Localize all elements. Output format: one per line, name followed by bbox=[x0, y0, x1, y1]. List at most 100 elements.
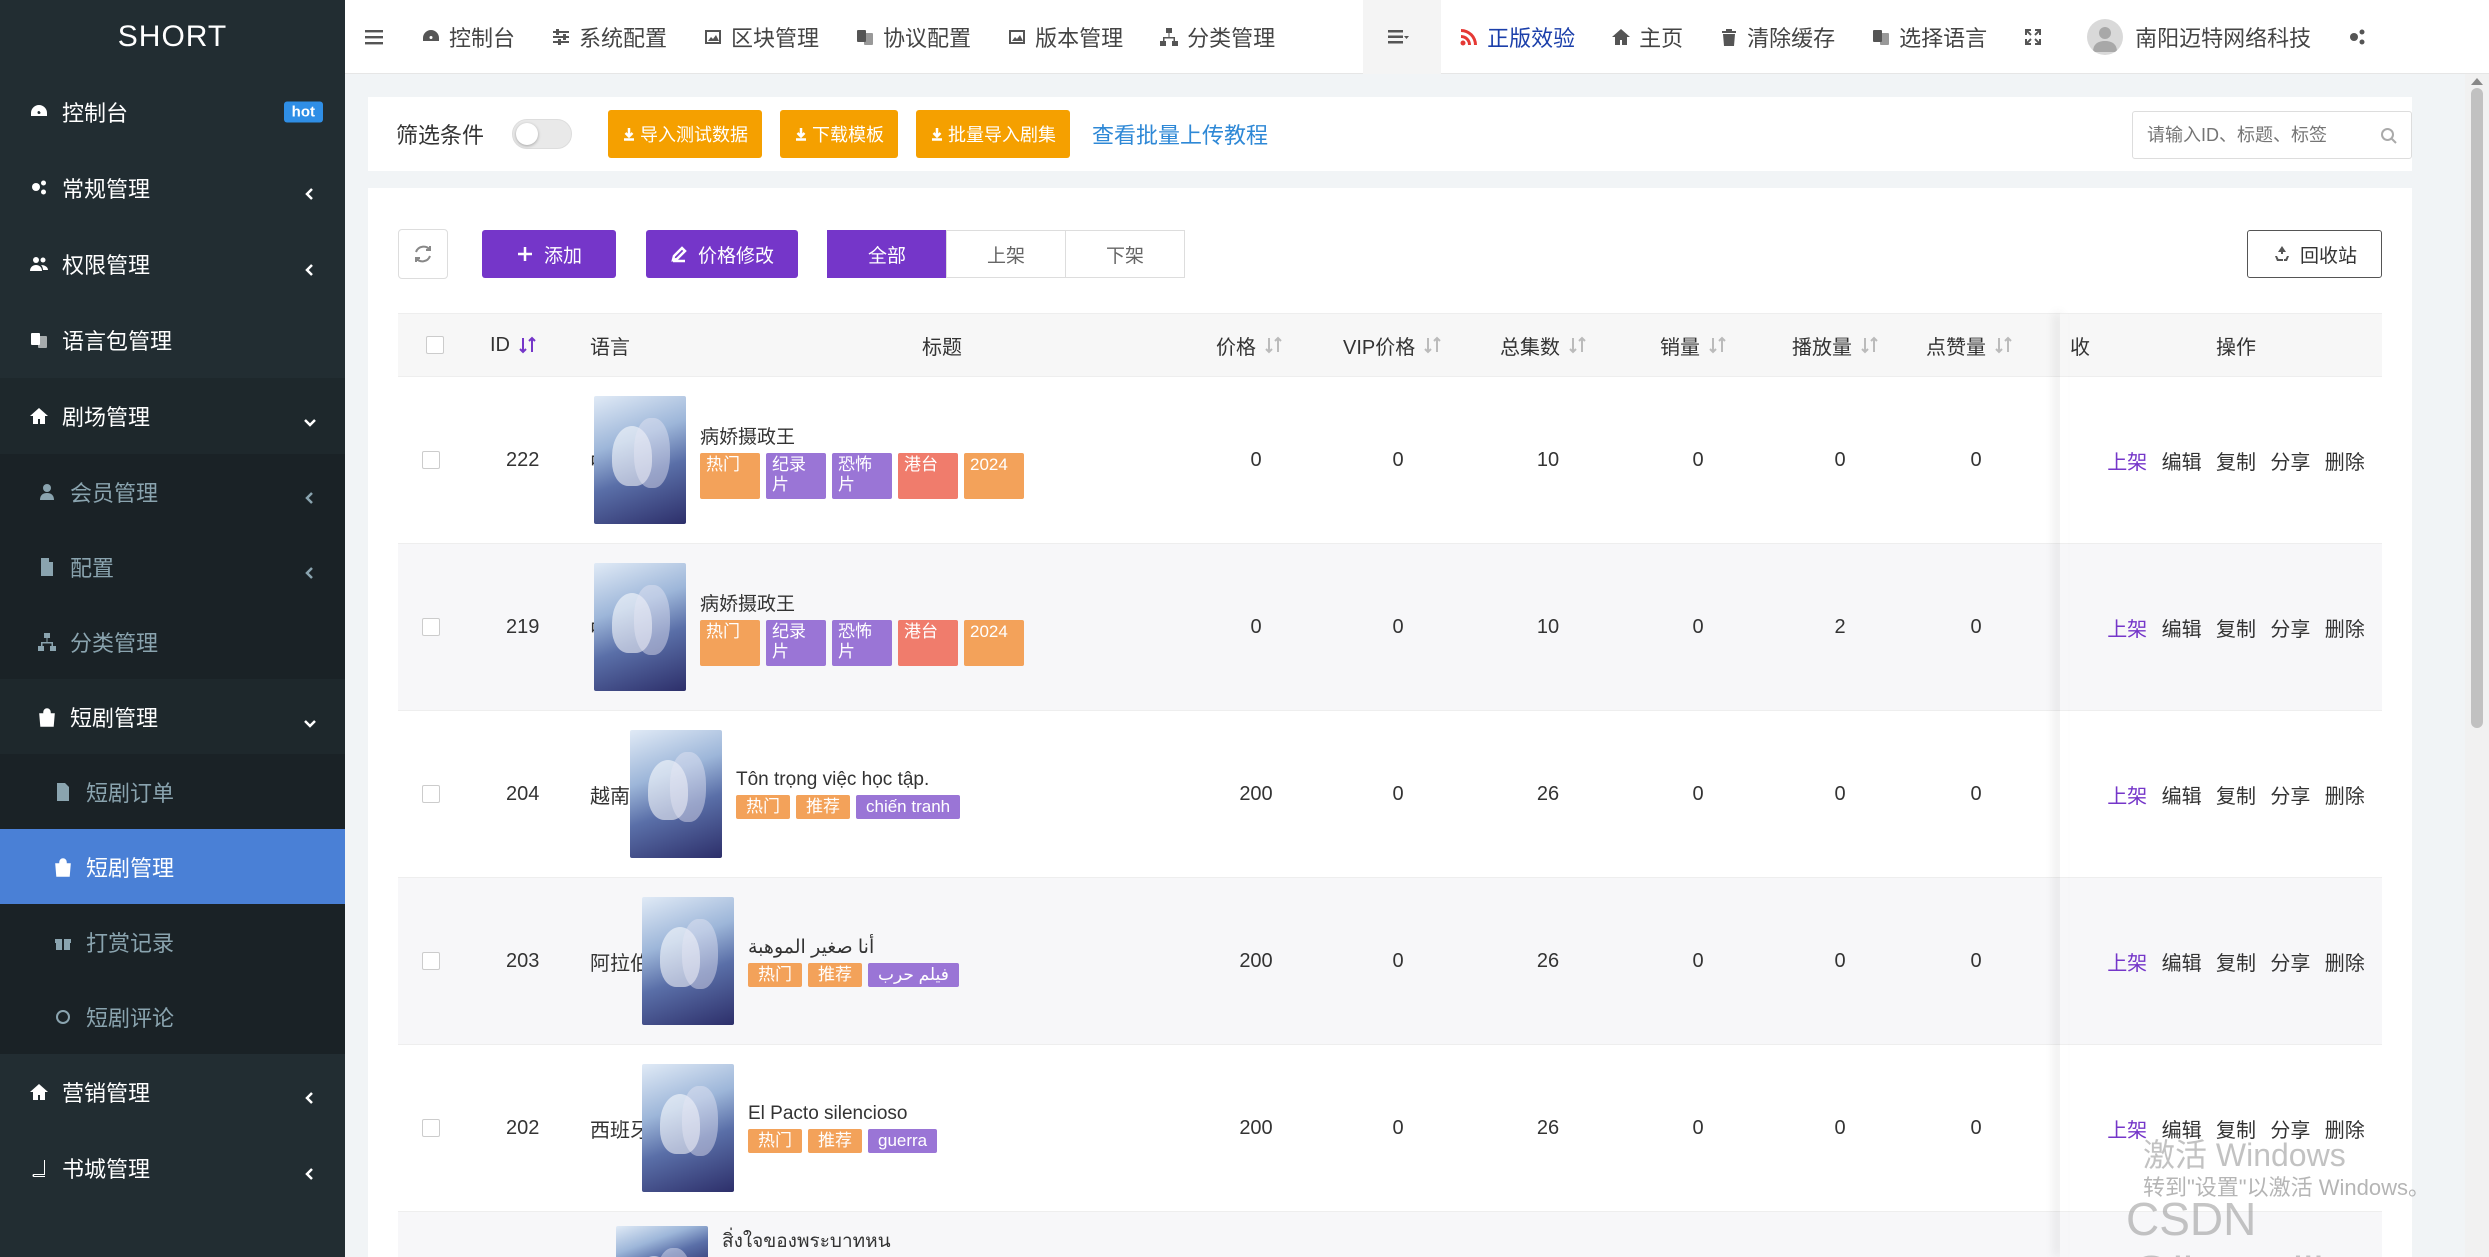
sort-icon[interactable] bbox=[1706, 335, 1730, 355]
topnav-clear-cache[interactable]: 清除缓存 bbox=[1701, 0, 1853, 74]
search-input[interactable] bbox=[2132, 111, 2412, 159]
row-checkbox[interactable] bbox=[422, 1119, 440, 1137]
sidebar-item-member[interactable]: 会员管理 bbox=[0, 454, 345, 529]
drama-poster-image[interactable] bbox=[642, 897, 734, 1025]
tab-all[interactable]: 全部 bbox=[827, 230, 948, 278]
scroll-up-arrow[interactable] bbox=[2471, 78, 2483, 85]
row-checkbox[interactable] bbox=[422, 451, 440, 469]
delete-link[interactable]: 删除 bbox=[2325, 947, 2365, 976]
sidebar-item-language-pack[interactable]: 语言包管理 bbox=[0, 302, 345, 378]
sidebar-item-short-drama[interactable]: 短剧管理 bbox=[0, 679, 345, 754]
put-on-shelf-link[interactable]: 上架 bbox=[2107, 613, 2147, 642]
copy-link[interactable]: 复制 bbox=[2216, 446, 2256, 475]
put-on-shelf-link[interactable]: 上架 bbox=[2107, 780, 2147, 809]
topnav-category-manage[interactable]: 分类管理 bbox=[1141, 0, 1293, 74]
sort-icon[interactable] bbox=[1992, 335, 2016, 355]
drama-poster-image[interactable] bbox=[630, 730, 722, 858]
sort-icon[interactable] bbox=[1262, 335, 1286, 355]
topnav-genuine-check[interactable]: 正版效验 bbox=[1441, 0, 1593, 74]
topnav-fullscreen[interactable] bbox=[2005, 0, 2069, 74]
sidebar-item-drama-orders[interactable]: 短剧订单 bbox=[0, 754, 345, 829]
sort-icon[interactable] bbox=[1566, 335, 1590, 355]
search-icon[interactable] bbox=[2380, 127, 2398, 145]
download-template-button[interactable]: 下载模板 bbox=[780, 110, 899, 158]
sidebar-item-theater[interactable]: 剧场管理 bbox=[0, 378, 345, 454]
copy-link[interactable]: 复制 bbox=[2216, 613, 2256, 642]
sidebar-item-dashboard[interactable]: 控制台 hot bbox=[0, 74, 345, 150]
header-likes[interactable]: 点赞量 bbox=[1926, 331, 2016, 360]
share-link[interactable]: 分享 bbox=[2270, 446, 2310, 475]
recycle-bin-button[interactable]: 回收站 bbox=[2246, 230, 2382, 278]
put-on-shelf-link[interactable]: 上架 bbox=[2107, 446, 2147, 475]
import-test-data-button[interactable]: 导入测试数据 bbox=[608, 110, 763, 158]
sidebar-item-permission[interactable]: 权限管理 bbox=[0, 226, 345, 302]
page-scrollbar[interactable] bbox=[2465, 74, 2489, 1257]
edit-link[interactable]: 编辑 bbox=[2162, 446, 2202, 475]
refresh-button[interactable] bbox=[398, 229, 448, 279]
share-link[interactable]: 分享 bbox=[2270, 947, 2310, 976]
topnav-block-manage[interactable]: 区块管理 bbox=[685, 0, 837, 74]
topnav-system-config[interactable]: 系统配置 bbox=[533, 0, 685, 74]
sidebar-item-category[interactable]: 分类管理 bbox=[0, 604, 345, 679]
image-icon bbox=[1009, 29, 1026, 44]
scroll-thumb[interactable] bbox=[2471, 88, 2483, 728]
tag-list: 热门 推荐 فيلم حرب bbox=[748, 962, 959, 987]
upload-tutorial-link[interactable]: 查看批量上传教程 bbox=[1092, 118, 1268, 150]
topnav-protocol-config[interactable]: 协议配置 bbox=[837, 0, 989, 74]
topnav-home[interactable]: 主页 bbox=[1593, 0, 1701, 74]
drama-poster-image[interactable] bbox=[594, 396, 686, 524]
copy-link[interactable]: 复制 bbox=[2216, 947, 2256, 976]
edit-link[interactable]: 编辑 bbox=[2162, 780, 2202, 809]
drama-poster-image[interactable] bbox=[616, 1226, 708, 1257]
sidebar-item-tips[interactable]: 打赏记录 bbox=[0, 904, 345, 979]
drama-poster-image[interactable] bbox=[594, 563, 686, 691]
topnav-user-profile[interactable]: 南阳迈特网络科技 bbox=[2069, 0, 2329, 74]
tag-badge: chiến tranh bbox=[856, 795, 961, 819]
delete-link[interactable]: 删除 bbox=[2325, 446, 2365, 475]
header-id[interactable]: ID bbox=[490, 334, 540, 357]
select-all-checkbox[interactable] bbox=[426, 336, 444, 354]
sort-icon[interactable] bbox=[1858, 335, 1882, 355]
topnav-select-language[interactable]: 选择语言 bbox=[1853, 0, 2005, 74]
delete-link[interactable]: 删除 bbox=[2325, 613, 2365, 642]
edit-link[interactable]: 编辑 bbox=[2162, 613, 2202, 642]
row-checkbox[interactable] bbox=[422, 952, 440, 970]
put-on-shelf-link[interactable]: 上架 bbox=[2107, 947, 2147, 976]
sidebar-item-bookstore[interactable]: 书城管理 bbox=[0, 1130, 345, 1206]
header-vip-price[interactable]: VIP价格 bbox=[1343, 331, 1445, 360]
topnav-settings[interactable] bbox=[2329, 0, 2393, 74]
share-link[interactable]: 分享 bbox=[2270, 613, 2310, 642]
topnav-dashboard[interactable]: 控制台 bbox=[403, 0, 533, 74]
price-edit-button[interactable]: 价格修改 bbox=[646, 230, 799, 278]
put-on-shelf-link[interactable]: 上架 bbox=[2107, 1114, 2147, 1143]
add-button[interactable]: 添加 bbox=[482, 230, 617, 278]
topnav-version-manage[interactable]: 版本管理 bbox=[989, 0, 1141, 74]
sidebar-item-config[interactable]: 配置 bbox=[0, 529, 345, 604]
filter-toggle-switch[interactable] bbox=[512, 119, 573, 149]
drama-poster-image[interactable] bbox=[642, 1064, 734, 1192]
sidebar-item-comments[interactable]: 短剧评论 bbox=[0, 979, 345, 1054]
menu-toggle-button[interactable] bbox=[345, 0, 403, 74]
sort-icon[interactable] bbox=[1421, 335, 1445, 355]
sidebar-item-marketing[interactable]: 营销管理 bbox=[0, 1054, 345, 1130]
header-sales[interactable]: 销量 bbox=[1660, 331, 1730, 360]
delete-link[interactable]: 删除 bbox=[2325, 780, 2365, 809]
sidebar-item-drama-manage[interactable]: 短剧管理 bbox=[0, 829, 345, 904]
edit-link[interactable]: 编辑 bbox=[2162, 947, 2202, 976]
row-checkbox[interactable] bbox=[422, 785, 440, 803]
tag-badge: 热门 bbox=[700, 619, 760, 666]
row-checkbox[interactable] bbox=[422, 618, 440, 636]
share-link[interactable]: 分享 bbox=[2270, 780, 2310, 809]
batch-import-button[interactable]: 批量导入剧集 bbox=[916, 110, 1071, 158]
app-logo[interactable]: SHORT bbox=[0, 0, 345, 74]
refresh-icon bbox=[415, 245, 431, 263]
header-plays[interactable]: 播放量 bbox=[1792, 331, 1882, 360]
sort-icon[interactable] bbox=[516, 335, 540, 355]
topnav-more-dropdown[interactable] bbox=[1363, 0, 1442, 74]
copy-link[interactable]: 复制 bbox=[2216, 780, 2256, 809]
sidebar-item-general[interactable]: 常规管理 bbox=[0, 150, 345, 226]
tab-on-shelf[interactable]: 上架 bbox=[946, 230, 1067, 278]
header-price[interactable]: 价格 bbox=[1216, 331, 1286, 360]
header-episodes[interactable]: 总集数 bbox=[1500, 331, 1590, 360]
tab-off-shelf[interactable]: 下架 bbox=[1065, 230, 1186, 278]
